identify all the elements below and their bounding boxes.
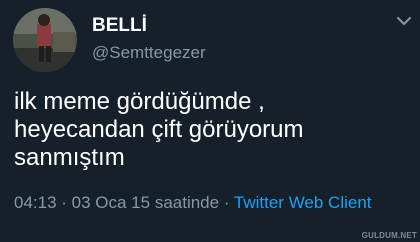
site-watermark: GULDUM.NET	[361, 231, 417, 240]
tweet-line: sanmıştım	[14, 144, 125, 171]
tweet-line: ilk meme gördüğümde ,	[14, 88, 265, 115]
tweet-line: heyecandan çift görüyorum	[14, 116, 304, 143]
tweet-timestamp[interactable]: 04:13 · 03 Oca 15 saatinde	[14, 193, 219, 212]
avatar[interactable]	[13, 8, 77, 72]
chevron-down-icon[interactable]	[396, 14, 412, 26]
display-name[interactable]: BELLİ	[92, 15, 147, 37]
meta-separator: ·	[219, 193, 234, 212]
tweet-text: ilk meme gördüğümde , heyecandan çift gö…	[14, 88, 409, 172]
username-handle[interactable]: @Semttegezer	[92, 43, 206, 63]
tweet-meta: 04:13 · 03 Oca 15 saatinde · Twitter Web…	[14, 193, 372, 213]
client-link[interactable]: Twitter Web Client	[234, 193, 372, 212]
